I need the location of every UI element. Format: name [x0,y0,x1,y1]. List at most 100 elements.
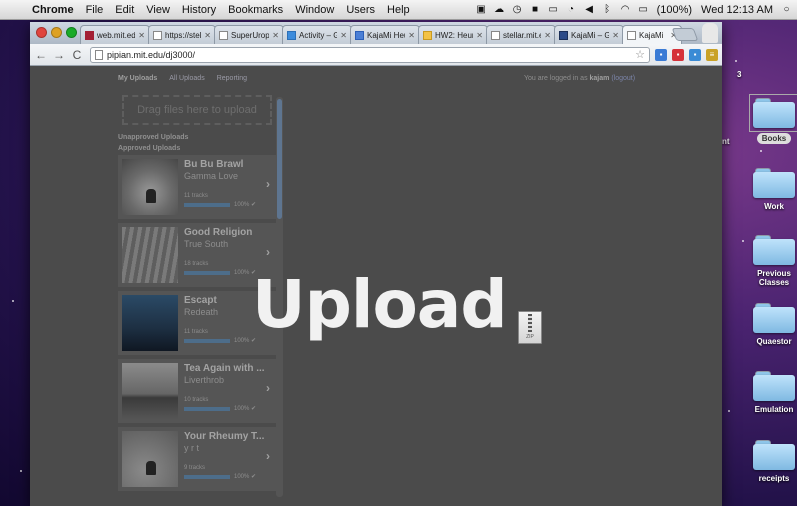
menu-edit[interactable]: Edit [109,4,140,16]
display-tray-icon[interactable]: ▭ [547,4,560,15]
battery-icon[interactable]: ▭ [637,4,650,15]
page-favicon-icon [153,30,162,40]
chevron-right-icon[interactable]: › [266,449,270,463]
menu-users[interactable]: Users [340,4,381,16]
upload-dropzone[interactable]: Drag files here to upload [122,95,272,125]
browser-tab[interactable]: HW2: Heurist ✕ [418,25,488,44]
bookmark-star-icon[interactable]: ☆ [635,48,645,61]
clock-tray-icon[interactable]: ◔ [565,4,578,15]
menu-view[interactable]: View [140,4,176,16]
address-bar[interactable]: pipian.mit.edu/dj3000/ ☆ [90,46,650,63]
folder-label: Work [764,202,784,211]
chrome-menu-icon[interactable]: ≡ [706,48,718,61]
mit-favicon-icon [85,30,94,40]
album-item[interactable]: Bu Bu Brawl Gamma Love 11 tracks 100% ✔ … [118,155,276,219]
menu-app-name[interactable]: Chrome [26,4,80,16]
album-artist: Liverthrob [184,375,225,385]
menu-window[interactable]: Window [289,4,340,16]
desktop-folder-books[interactable]: Books [749,94,797,146]
browser-toolbar: ← → C pipian.mit.edu/dj3000/ ☆ ▪ ▪ ▪ ≡ [30,44,722,66]
tab-close-icon[interactable]: ✕ [138,31,145,40]
album-progress-bar [184,203,230,207]
album-track-count: 18 tracks [184,261,209,267]
desktop-edge-label: nt [722,137,730,146]
album-title: Bu Bu Brawl [184,159,244,170]
browser-tab[interactable]: stellar.mit.e ✕ [486,25,556,44]
browser-tab[interactable]: web.mit.edu ✕ [80,25,150,44]
extra-tray-icon[interactable]: ▣ [475,4,488,15]
scrollbar-thumb[interactable] [277,99,282,219]
album-title: Good Religion [184,227,253,238]
bluetooth-icon[interactable]: ᛒ [601,4,614,15]
nav-all-uploads[interactable]: All Uploads [169,75,204,82]
upload-overlay-title: Upload [252,266,508,343]
album-track-count: 11 tracks [184,329,208,335]
doc-favicon-icon [355,30,364,40]
back-arrow-icon[interactable]: ← [34,48,48,62]
nav-reporting[interactable]: Reporting [217,75,247,82]
album-artist: y r t [184,443,199,453]
tab-close-icon[interactable]: ✕ [612,31,619,40]
new-tab-button[interactable] [671,28,699,41]
profile-avatar-icon[interactable] [702,23,718,43]
browser-tab[interactable]: KajaMi – Gith ✕ [554,25,624,44]
time-machine-icon[interactable]: ◷ [511,4,524,15]
album-cover [122,295,178,351]
folder-label: Previous Classes [757,269,791,287]
zip-file-label: ZIP [526,334,534,340]
desktop-folder-emulation[interactable]: Emulation [750,371,797,414]
chevron-right-icon[interactable]: › [266,245,270,259]
chevron-right-icon[interactable]: › [266,381,270,395]
album-progress-percent: 100% ✔ [234,406,257,412]
extension-red-icon[interactable]: ▪ [672,48,684,61]
desktop-folder-work[interactable]: Work [750,168,797,211]
wifi-icon[interactable]: ◠ [619,4,632,15]
reload-icon[interactable]: C [70,48,84,62]
menubar-status-area: ▣ ☁ ◷ ■ ▭ ◔ ◀ ᛒ ◠ ▭ (100%) Wed 12:13 AM … [475,4,797,16]
extension-grid-icon[interactable]: ▪ [689,48,701,61]
cloud-tray-icon[interactable]: ☁ [493,4,506,15]
tab-close-icon[interactable]: ✕ [476,31,483,40]
zoom-window-button[interactable] [66,27,77,38]
menubar-clock[interactable]: Wed 12:13 AM [699,4,775,16]
volume-icon[interactable]: ◀ [583,4,596,15]
tab-close-icon[interactable]: ✕ [204,31,211,40]
browser-tab[interactable]: SuperUrops ✕ [214,25,284,44]
desktop-folder-receipts[interactable]: receipts [750,440,797,483]
app-tray-icon[interactable]: ■ [529,4,542,15]
tab-close-icon[interactable]: ✕ [544,31,551,40]
tab-close-icon[interactable]: ✕ [340,31,347,40]
browser-tab[interactable]: Activity – Go ✕ [282,25,352,44]
menu-history[interactable]: History [176,4,222,16]
album-cover [122,431,178,487]
album-cover [122,227,178,283]
album-cover [122,363,178,419]
album-progress-bar [184,407,230,411]
folder-label: Emulation [754,405,794,414]
album-progress-bar [184,271,230,275]
desktop-folder-quaestor[interactable]: Quaestor [750,303,797,346]
desktop-folder-previous-classes[interactable]: Previous Classes [750,235,797,287]
chevron-right-icon[interactable]: › [266,177,270,191]
menu-help[interactable]: Help [381,4,416,16]
minimize-window-button[interactable] [51,27,62,38]
menu-file[interactable]: File [80,4,110,16]
folder-icon [753,235,795,265]
spotlight-icon[interactable]: ○ [780,4,793,15]
tab-close-icon[interactable]: ✕ [408,31,415,40]
forward-arrow-icon[interactable]: → [52,48,66,62]
browser-tab[interactable]: KajaMi Heur ✕ [350,25,420,44]
nav-my-uploads[interactable]: My Uploads [118,75,157,82]
tab-close-icon[interactable]: ✕ [272,31,279,40]
menu-bookmarks[interactable]: Bookmarks [222,4,289,16]
album-item[interactable]: Tea Again with ... Liverthrob 10 tracks … [118,359,276,423]
extension-chat-icon[interactable]: ▪ [655,48,667,61]
folder-label: receipts [758,474,790,483]
zip-file-icon[interactable]: ZIP [518,311,542,344]
close-window-button[interactable] [36,27,47,38]
doc-favicon-icon [423,30,432,40]
browser-tab[interactable]: https://stell ✕ [148,25,216,44]
folder-icon [753,371,795,401]
album-item[interactable]: Your Rheumy T... y r t 9 tracks 100% ✔ › [118,427,276,491]
logout-link[interactable]: (logout) [611,75,635,82]
